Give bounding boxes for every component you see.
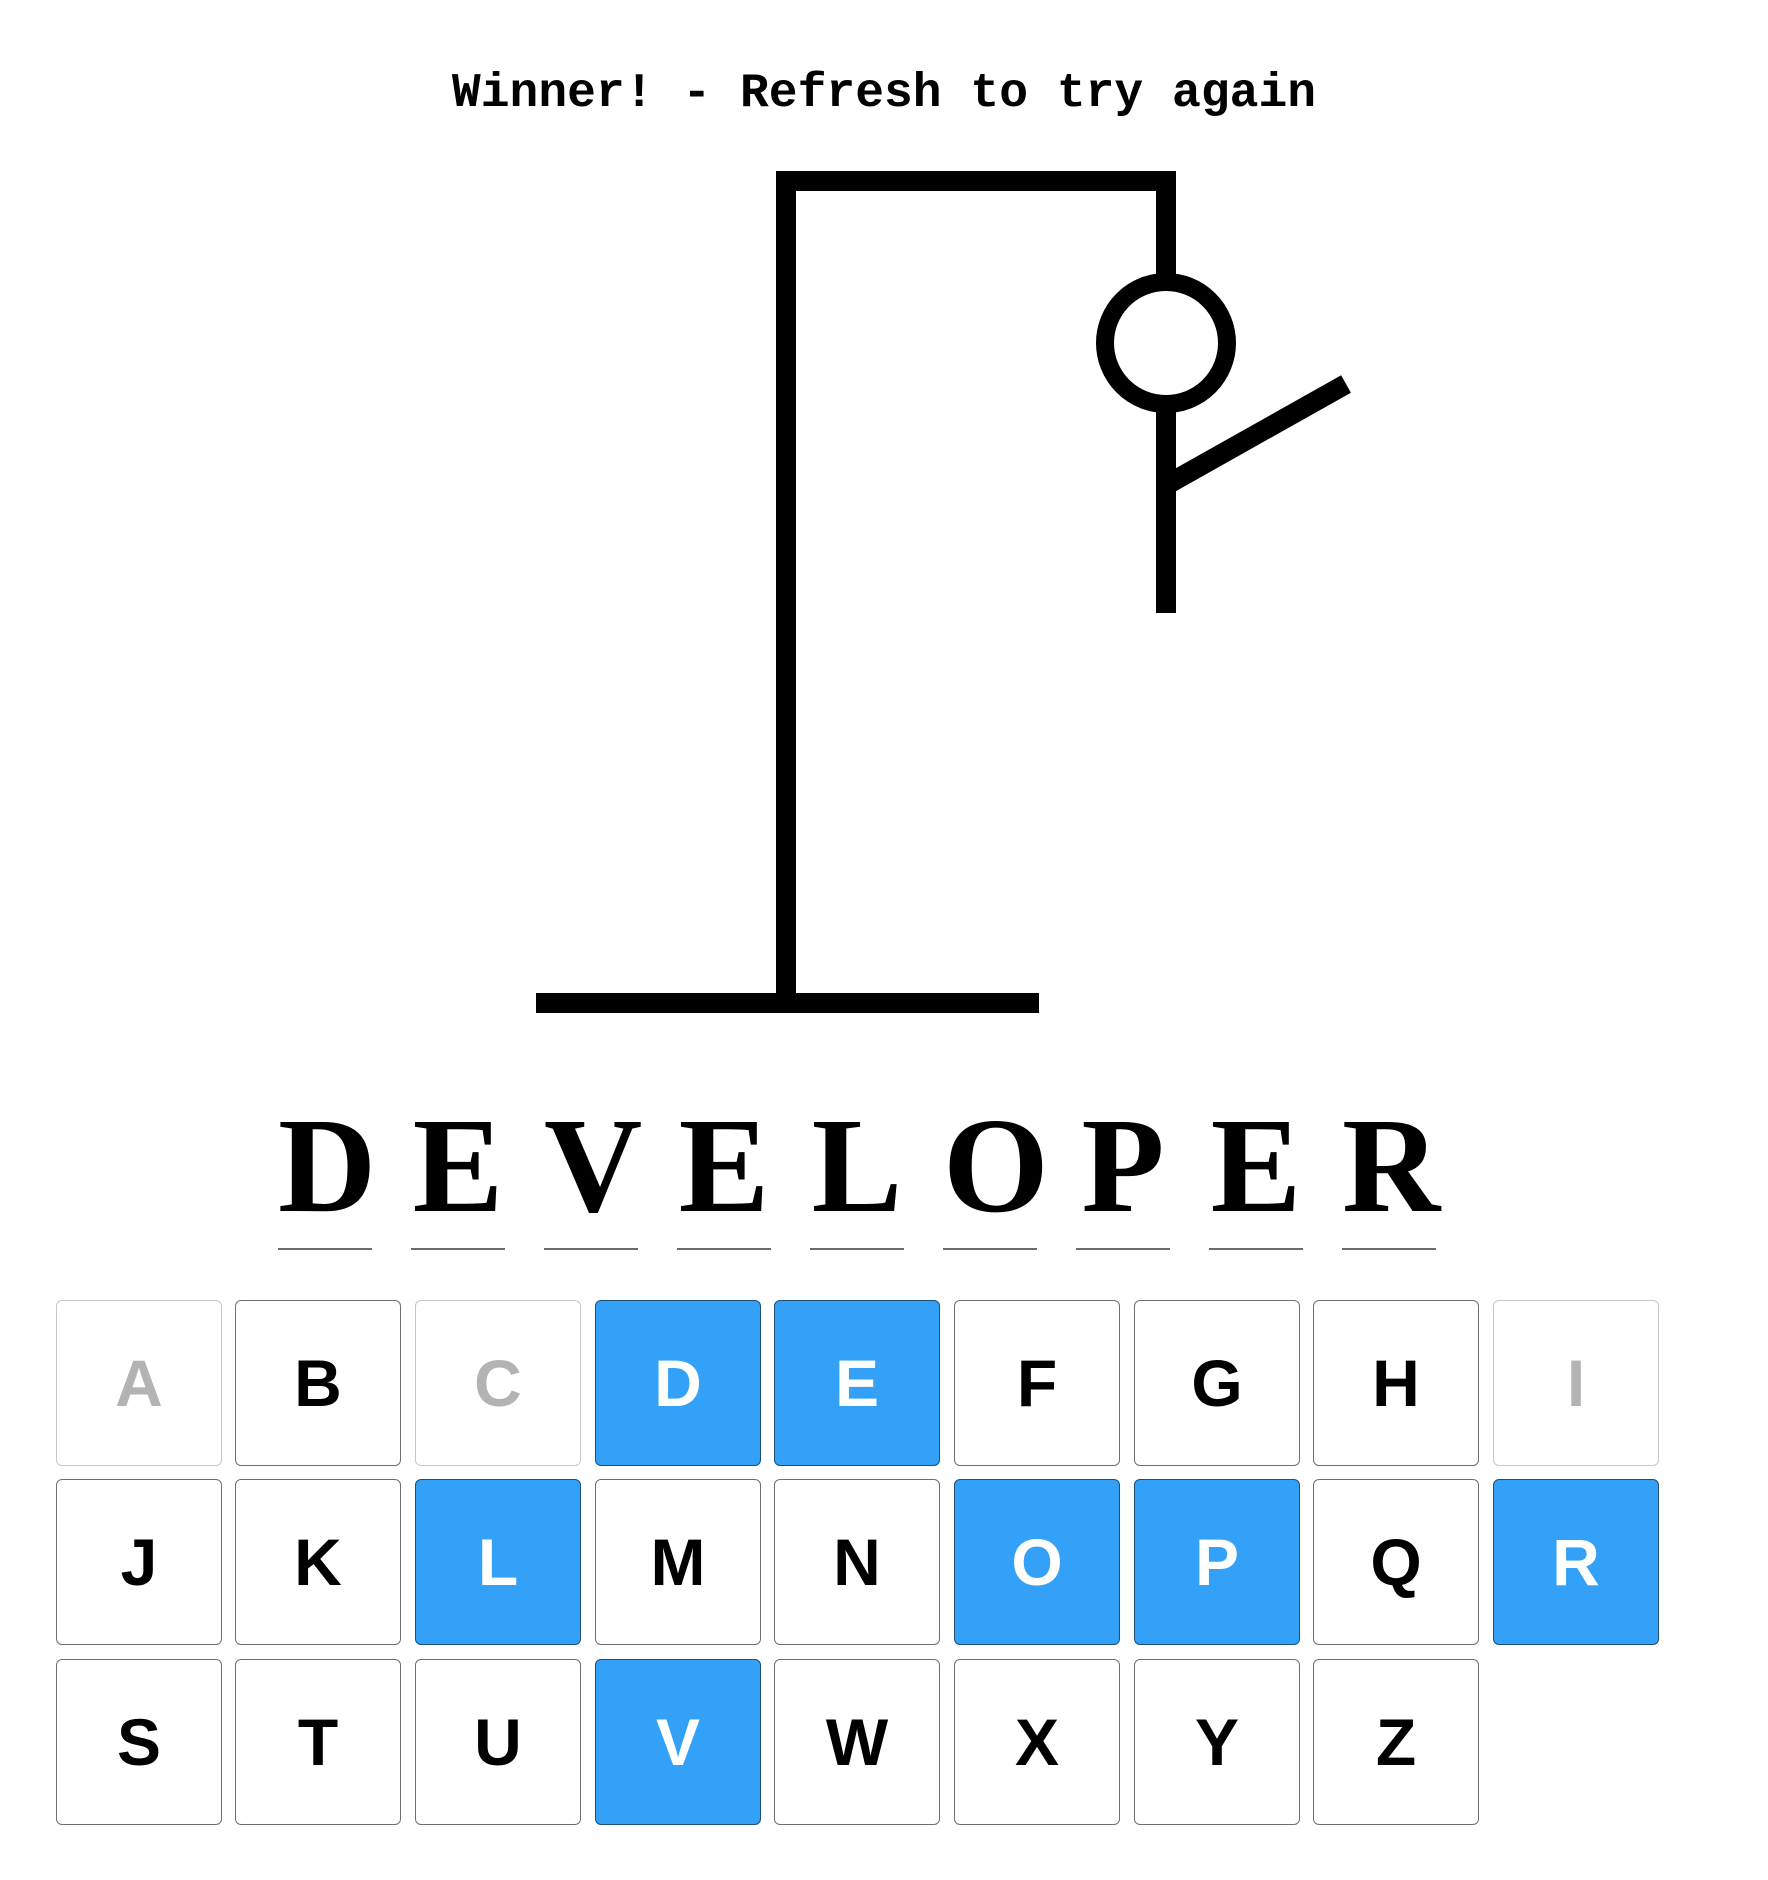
letter-key-w[interactable]: W [774,1659,940,1825]
letter-key-k[interactable]: K [235,1479,401,1645]
letter-key-j[interactable]: J [56,1479,222,1645]
letter-key-l[interactable]: L [415,1479,581,1645]
letter-key-z[interactable]: Z [1313,1659,1479,1825]
word-letter: O [943,1091,1049,1241]
letter-key-y[interactable]: Y [1134,1659,1300,1825]
word-letter-slot: O [943,1091,1049,1250]
word-letter: E [678,1091,770,1241]
word-letter: R [1342,1091,1441,1241]
letter-key-f[interactable]: F [954,1300,1120,1466]
letter-key-u[interactable]: U [415,1659,581,1825]
word-letter: E [412,1091,504,1241]
word-letter: V [544,1091,643,1241]
word-letter: E [1210,1091,1302,1241]
letter-key-h[interactable]: H [1313,1300,1479,1466]
letter-key-x[interactable]: X [954,1659,1120,1825]
letter-key-r[interactable]: R [1493,1479,1659,1645]
letter-key-i[interactable]: I [1493,1300,1659,1466]
letter-key-t[interactable]: T [235,1659,401,1825]
letter-key-b[interactable]: B [235,1300,401,1466]
word-letter-slot: E [1209,1098,1303,1250]
word-letter-slot: R [1342,1091,1441,1250]
word-letter-slot: P [1076,1098,1170,1250]
letter-key-m[interactable]: M [595,1479,761,1645]
letter-key-s[interactable]: S [56,1659,222,1825]
letter-key-p[interactable]: P [1134,1479,1300,1645]
letter-key-q[interactable]: Q [1313,1479,1479,1645]
word-letter: D [278,1091,377,1241]
word-letter-slot: V [544,1091,643,1250]
letter-key-c[interactable]: C [415,1300,581,1466]
word-letter-slot: E [411,1098,505,1250]
word-letter: P [1081,1091,1165,1241]
word-letter-slot: E [677,1098,771,1250]
letter-key-g[interactable]: G [1134,1300,1300,1466]
letter-key-a[interactable]: A [56,1300,222,1466]
word-display: DEVELOPER [0,0,1768,1260]
word-letter: L [811,1091,903,1241]
letter-key-v[interactable]: V [595,1659,761,1825]
letter-key-o[interactable]: O [954,1479,1120,1645]
letter-key-n[interactable]: N [774,1479,940,1645]
letter-key-d[interactable]: D [595,1300,761,1466]
letter-key-e[interactable]: E [774,1300,940,1466]
word-letter-slot: D [278,1091,377,1250]
word-letter-slot: L [810,1098,904,1250]
